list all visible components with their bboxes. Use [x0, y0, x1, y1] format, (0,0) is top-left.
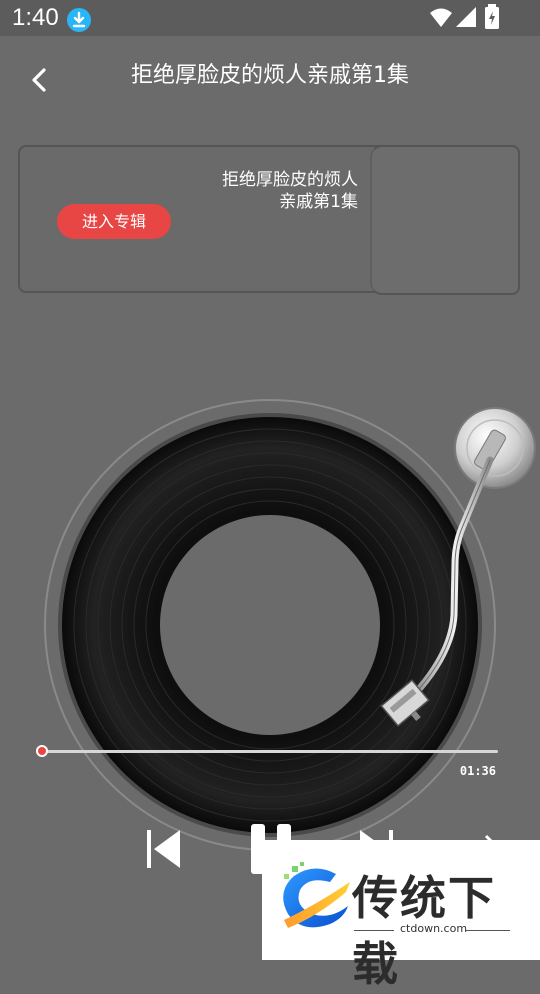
divider [354, 930, 394, 931]
wifi-icon [430, 8, 452, 27]
divider [466, 930, 510, 931]
album-card: 拒绝厚脸皮的烦人 亲戚第1集 进入专辑 [18, 145, 520, 295]
duration-label: 01:36 [459, 764, 496, 778]
status-bar: 1:40 [0, 0, 540, 36]
page-title: 拒绝厚脸皮的烦人亲戚第1集 [131, 63, 409, 88]
album-title-line1: 拒绝厚脸皮的烦人 [222, 170, 358, 190]
progress-bar[interactable] [42, 750, 498, 753]
vinyl-center-label [160, 515, 380, 735]
back-button[interactable] [22, 62, 58, 98]
album-cover [370, 145, 520, 295]
watermark: 传统下载 ctdown.com [262, 840, 540, 991]
signal-icon [456, 7, 476, 27]
brand-logo-icon [283, 862, 350, 928]
album-title-line2: 亲戚第1集 [279, 192, 358, 212]
brand-url: ctdown.com [400, 922, 468, 935]
progress-knob[interactable] [36, 745, 48, 757]
previous-button[interactable] [144, 826, 184, 872]
download-icon [67, 8, 91, 32]
status-time: 1:40 [12, 4, 59, 31]
enter-album-button[interactable]: 进入专辑 [57, 204, 171, 239]
vinyl-turntable [44, 399, 536, 851]
battery-icon [485, 4, 499, 29]
album-title: 拒绝厚脸皮的烦人 亲戚第1集 [210, 169, 358, 213]
